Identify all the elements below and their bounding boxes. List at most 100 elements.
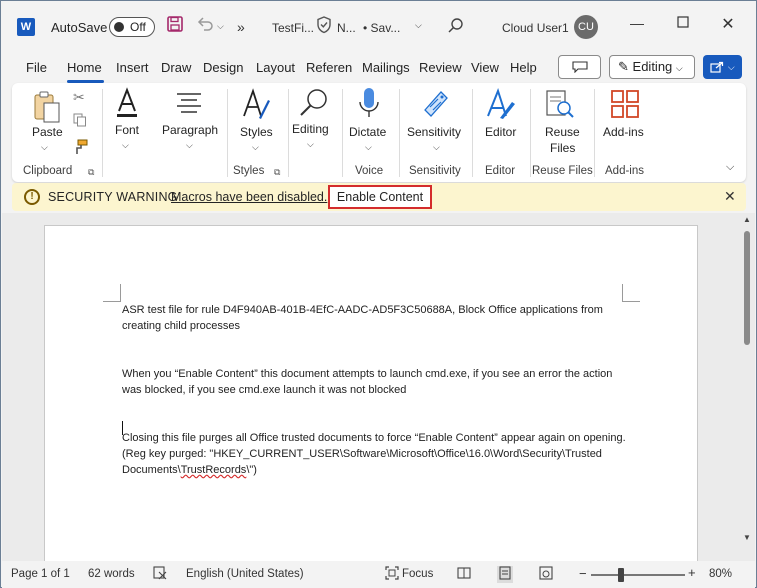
- proofing-icon[interactable]: [153, 566, 167, 583]
- pencil-icon: ✎: [618, 59, 629, 74]
- paste-icon[interactable]: [33, 90, 63, 127]
- undo-dropdown-icon[interactable]: ⌵: [217, 21, 224, 32]
- zoom-slider-track[interactable]: [591, 574, 685, 576]
- group-label-reuse-files: Reuse Files: [532, 165, 593, 177]
- editor-button-label[interactable]: Editor: [485, 125, 516, 139]
- focus-label[interactable]: Focus: [402, 568, 433, 580]
- group-separator: [472, 89, 473, 177]
- security-warning-title: SECURITY WARNING: [48, 190, 178, 204]
- save-icon[interactable]: [166, 15, 184, 37]
- page-count[interactable]: Page 1 of 1: [11, 568, 70, 580]
- microphone-icon[interactable]: [358, 87, 380, 124]
- format-painter-icon[interactable]: [72, 139, 88, 158]
- enable-content-button[interactable]: Enable Content: [328, 185, 432, 209]
- print-layout-icon[interactable]: [497, 566, 513, 583]
- editor-icon[interactable]: [484, 88, 516, 123]
- addins-button-label[interactable]: Add-ins: [603, 125, 644, 139]
- document-paragraph[interactable]: When you “Enable Content” this document …: [122, 366, 632, 398]
- comment-button[interactable]: [558, 55, 601, 79]
- styles-button-label[interactable]: Styles: [240, 125, 273, 139]
- scrollbar-thumb[interactable]: [744, 231, 750, 345]
- dialog-launcher-icon[interactable]: ⧉: [274, 167, 280, 178]
- tab-view[interactable]: View: [471, 60, 499, 75]
- user-name[interactable]: Cloud User1: [502, 21, 569, 35]
- cut-icon[interactable]: ✂: [73, 89, 85, 106]
- warning-icon: !: [24, 189, 40, 205]
- group-label-addins: Add-ins: [605, 165, 644, 177]
- status-bar: Page 1 of 1 62 words English (United Sta…: [2, 562, 755, 588]
- document-page[interactable]: ASR test file for rule D4F940AB-401B-4Ef…: [44, 225, 698, 561]
- word-window: W AutoSave Off ⌵ » TestFi... N... • Sav.…: [0, 0, 757, 588]
- spelling-error-text[interactable]: TrustRecords: [181, 464, 247, 476]
- sensitivity-label[interactable]: N...: [337, 21, 356, 35]
- tab-mailings[interactable]: Mailings: [362, 60, 410, 75]
- font-button-label[interactable]: Font: [115, 123, 139, 137]
- reuse-files-label-line1[interactable]: Reuse: [545, 125, 580, 139]
- autosave-toggle[interactable]: Off: [109, 17, 155, 37]
- paste-button-label[interactable]: Paste: [32, 125, 63, 139]
- more-commands-icon[interactable]: »: [237, 19, 245, 35]
- chevron-down-icon[interactable]: ⌵: [122, 140, 129, 151]
- group-label-sensitivity: Sensitivity: [409, 165, 461, 177]
- chevron-down-icon[interactable]: ⌵: [252, 142, 259, 153]
- chevron-down-icon[interactable]: ⌵: [41, 142, 48, 153]
- web-layout-icon[interactable]: [539, 566, 553, 583]
- minimize-icon[interactable]: —: [627, 15, 647, 35]
- font-icon[interactable]: [115, 87, 139, 122]
- reuse-files-label-line2[interactable]: Files: [550, 141, 575, 155]
- chevron-down-icon[interactable]: ⌵: [186, 140, 193, 151]
- dialog-launcher-icon[interactable]: ⧉: [88, 167, 94, 178]
- language-status[interactable]: English (United States): [186, 568, 304, 580]
- ribbon-home: Paste ⌵ ✂ Clipboard ⧉ Font ⌵ Paragraph ⌵…: [12, 83, 746, 182]
- dictate-button-label[interactable]: Dictate: [349, 125, 386, 139]
- tab-home[interactable]: Home: [67, 60, 102, 75]
- search-icon[interactable]: [447, 17, 465, 39]
- copy-icon[interactable]: [73, 113, 87, 130]
- zoom-in-icon[interactable]: +: [688, 565, 696, 580]
- tab-review[interactable]: Review: [419, 60, 462, 75]
- macros-disabled-link[interactable]: Macros have been disabled.: [171, 190, 327, 204]
- reuse-files-icon[interactable]: [545, 89, 575, 124]
- share-button[interactable]: ⌵: [703, 55, 742, 79]
- sensitivity-icon[interactable]: [421, 88, 449, 123]
- zoom-out-icon[interactable]: −: [579, 566, 587, 581]
- editing-button-label[interactable]: Editing: [292, 122, 329, 136]
- addins-icon[interactable]: [611, 90, 639, 121]
- tab-insert[interactable]: Insert: [116, 60, 149, 75]
- ribbon-collapse-icon[interactable]: ⌵: [726, 161, 734, 174]
- vertical-scrollbar[interactable]: ▲ ▼: [741, 215, 753, 545]
- tab-design[interactable]: Design: [203, 60, 243, 75]
- maximize-icon[interactable]: [673, 15, 693, 35]
- styles-icon[interactable]: [241, 88, 271, 125]
- zoom-slider-knob[interactable]: [618, 568, 624, 582]
- tab-draw[interactable]: Draw: [161, 60, 191, 75]
- chevron-down-icon[interactable]: ⌵: [415, 20, 422, 31]
- chevron-down-icon[interactable]: ⌵: [307, 139, 314, 150]
- tab-file[interactable]: File: [26, 60, 47, 75]
- document-paragraph[interactable]: ASR test file for rule D4F940AB-401B-4Ef…: [122, 302, 632, 334]
- document-filename[interactable]: TestFi...: [272, 21, 314, 35]
- sensitivity-button-label[interactable]: Sensitivity: [407, 125, 461, 139]
- read-mode-icon[interactable]: [457, 566, 471, 583]
- scroll-down-icon[interactable]: ▼: [741, 533, 753, 542]
- close-icon[interactable]: ✕: [724, 188, 736, 205]
- undo-icon[interactable]: [196, 15, 214, 37]
- tab-references[interactable]: Referen: [306, 60, 352, 75]
- zoom-level[interactable]: 80%: [709, 568, 732, 580]
- tab-help[interactable]: Help: [510, 60, 537, 75]
- close-icon[interactable]: ✕: [718, 14, 738, 34]
- group-separator: [102, 89, 103, 177]
- chevron-down-icon[interactable]: ⌵: [365, 142, 372, 153]
- editing-mode-button[interactable]: ✎ Editing ⌵: [609, 55, 695, 79]
- paragraph-icon[interactable]: [175, 92, 203, 119]
- document-paragraph[interactable]: Closing this file purges all Office trus…: [122, 430, 632, 478]
- tab-layout[interactable]: Layout: [256, 60, 295, 75]
- chevron-down-icon[interactable]: ⌵: [433, 142, 440, 153]
- paragraph-button-label[interactable]: Paragraph: [162, 123, 218, 137]
- chevron-down-icon: ⌵: [727, 62, 735, 72]
- find-icon[interactable]: [298, 87, 330, 122]
- word-count[interactable]: 62 words: [88, 568, 135, 580]
- scroll-up-icon[interactable]: ▲: [741, 215, 753, 224]
- focus-icon[interactable]: [385, 566, 399, 583]
- avatar[interactable]: CU: [574, 15, 598, 39]
